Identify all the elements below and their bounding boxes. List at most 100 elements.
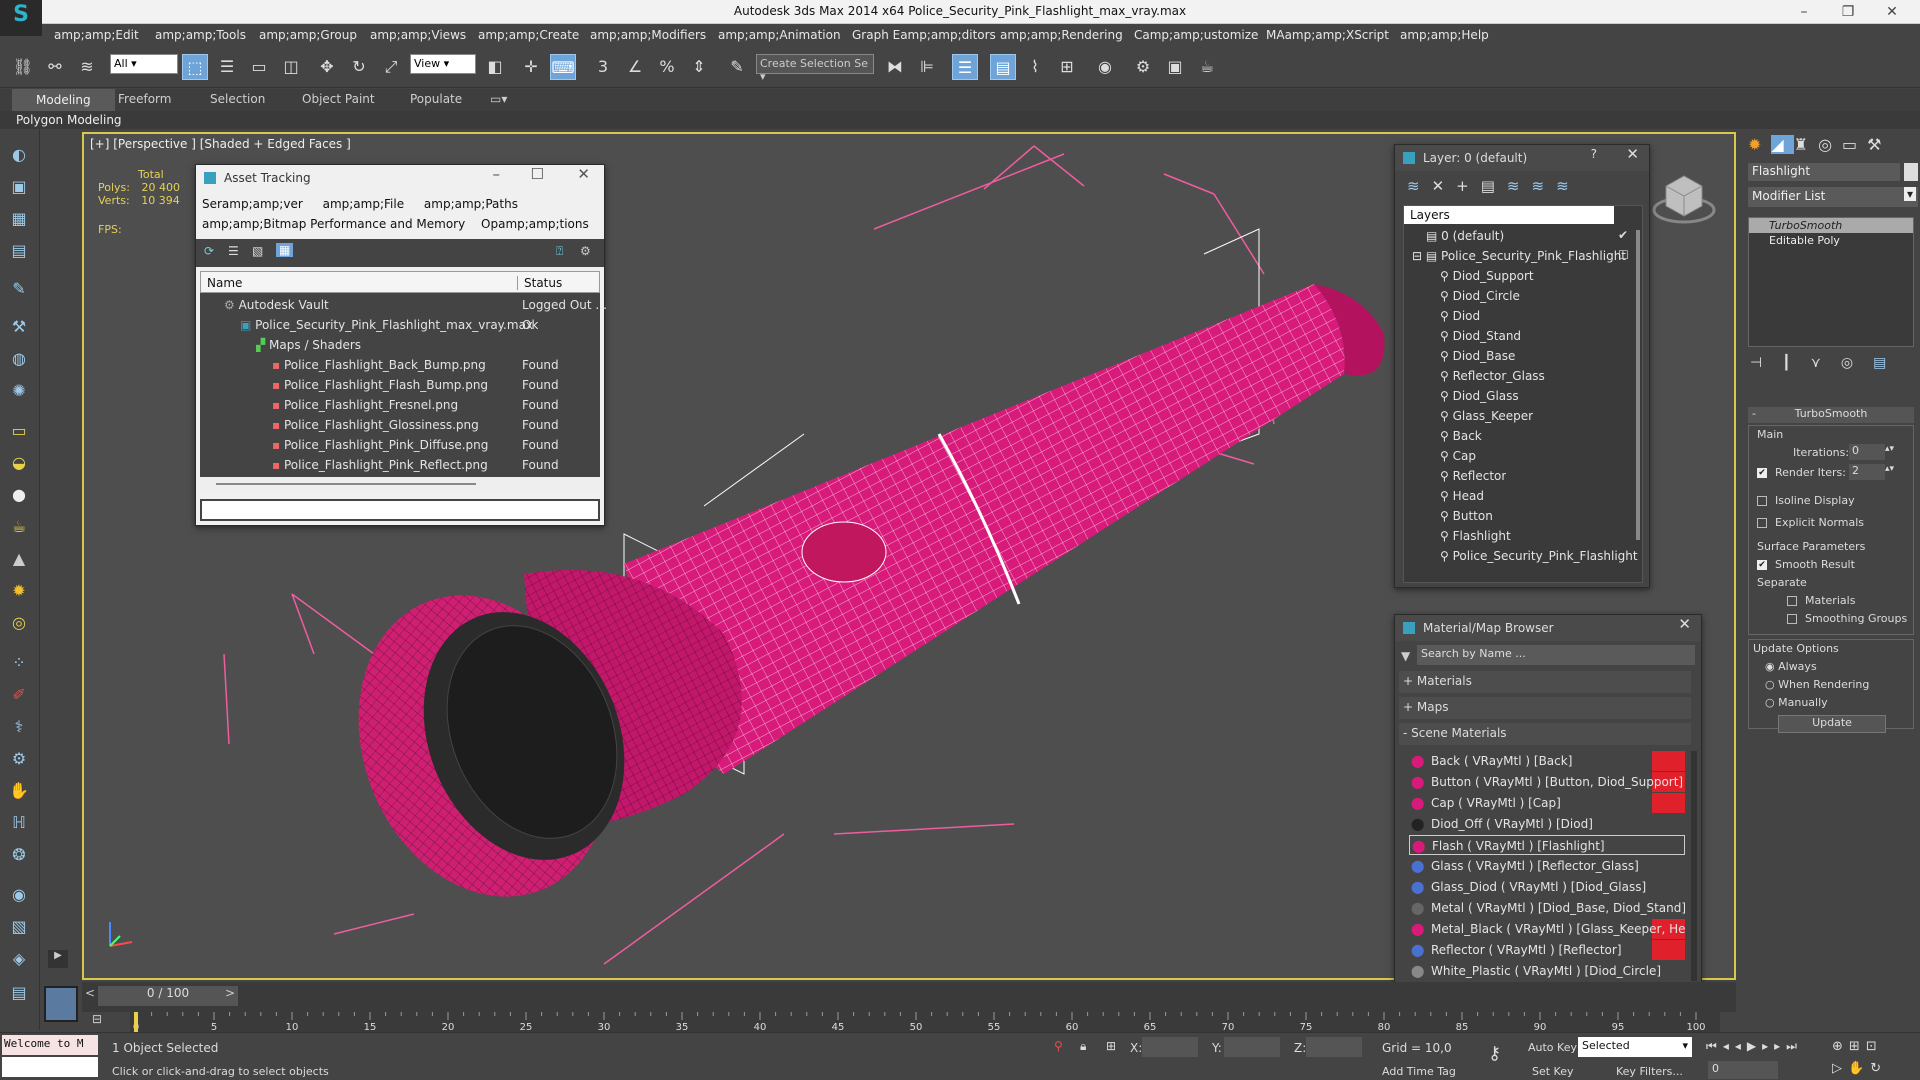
list-item[interactable]: ⬤ Glass ( VRayMtl ) [Reflector_Glass] [1409, 856, 1685, 876]
auto-key-button[interactable]: Auto Key [1528, 1041, 1577, 1054]
percent-snap-icon[interactable]: % [654, 54, 680, 80]
iterations-spinner[interactable]: ▴▾ [1885, 444, 1894, 454]
close-icon[interactable]: ✕ [1872, 2, 1912, 22]
materials-checkbox[interactable] [1787, 596, 1797, 606]
time-cursor[interactable] [134, 1012, 138, 1032]
menu-customize[interactable]: Camp;amp;ustomize [1134, 28, 1258, 42]
help-icon[interactable]: ⍰ [556, 244, 563, 259]
layer-item[interactable]: ⚲ Cap [1440, 446, 1476, 466]
hair-icon[interactable]: ℍ [7, 811, 31, 835]
at-menu-file[interactable]: amp;amp;File [323, 197, 405, 211]
list-item[interactable]: ⬤ Metal ( VRayMtl ) [Diod_Base, Diod_Stan… [1409, 898, 1685, 918]
refresh-icon[interactable]: ⟳ [204, 244, 214, 258]
tab-modeling[interactable]: Modeling [12, 89, 115, 111]
render-iters-input[interactable]: 2 [1849, 464, 1885, 480]
material-search-input[interactable]: Search by Name ... [1417, 645, 1695, 665]
material-browser-titlebar[interactable]: Material/Map Browser [1395, 615, 1701, 641]
tab-object-paint[interactable]: Object Paint [302, 92, 375, 106]
teapot-icon[interactable]: ☕ [7, 515, 31, 539]
explicit-normals-checkbox[interactable] [1757, 518, 1767, 528]
list-item[interactable]: ⬤ White_Plastic ( VRayMtl ) [Diod_Circle] [1409, 961, 1685, 981]
smoothing-groups-checkbox[interactable] [1787, 614, 1797, 624]
dome-icon[interactable]: ◒ [7, 451, 31, 475]
detail-view-icon[interactable]: ▧ [252, 244, 263, 258]
align-icon[interactable]: ⊫ [914, 54, 940, 80]
object-name-field[interactable]: Flashlight [1748, 163, 1900, 181]
menu-maxscript[interactable]: MAamp;amp;XScript [1266, 28, 1389, 42]
scene-materials-group[interactable]: - Scene Materials [1399, 723, 1691, 745]
zoom-icon[interactable]: ⊕ [1832, 1039, 1849, 1054]
delete-layer-icon[interactable]: ✕ [1432, 177, 1457, 195]
close-icon[interactable]: ✕ [577, 165, 590, 183]
manipulate-icon[interactable]: ✛ [518, 54, 544, 80]
tab-populate[interactable]: Populate [410, 92, 462, 106]
menu-help[interactable]: amp;amp;Help [1400, 28, 1489, 42]
particle-icon[interactable]: ✺ [7, 379, 31, 403]
layer-item[interactable]: ⚲ Diod_Base [1440, 346, 1515, 366]
menu-create[interactable]: amp;amp;Create [478, 28, 579, 42]
list-item[interactable]: ⬤ Back ( VRayMtl ) [Back] [1409, 751, 1685, 771]
mini-listener-toggle[interactable] [44, 986, 78, 1022]
list-item[interactable]: ⬤ Diod_Off ( VRayMtl ) [Diod] [1409, 814, 1685, 834]
rect-selection-icon[interactable]: ▭ [246, 54, 272, 80]
minimize-icon[interactable]: – [493, 165, 501, 183]
new-layer-icon[interactable]: ≋ [1407, 177, 1432, 195]
table-row[interactable]: ▪ Police_Flashlight_Pink_Reflect.png [272, 455, 488, 475]
restore-icon[interactable]: ❐ [1828, 2, 1868, 22]
menu-tools[interactable]: amp;amp;Tools [155, 28, 246, 42]
next-frame-icon[interactable]: > [222, 986, 238, 1006]
unlink-icon[interactable]: ⚯ [42, 54, 68, 80]
stack-item-turbosmooth[interactable]: TurboSmooth [1749, 218, 1913, 233]
key-filters-button[interactable]: Key Filters... [1616, 1065, 1683, 1078]
list-item[interactable]: ⬤ Button ( VRayMtl ) [Button, Diod_Suppor… [1409, 772, 1685, 792]
script-icon[interactable]: ▧ [7, 915, 31, 939]
horizontal-scrollbar[interactable] [200, 477, 600, 491]
brush-icon[interactable]: ✎ [7, 277, 31, 301]
layer-item[interactable]: ⊟ ▤ Police_Security_Pink_Flashlight [1412, 246, 1626, 266]
settings-icon[interactable]: ⚙ [580, 244, 591, 258]
ribbon-options-icon[interactable]: ▭▾ [490, 92, 507, 106]
list-item[interactable]: ⬤ Reflector ( VRayMtl ) [Reflector] [1409, 940, 1685, 960]
render-teapot-icon[interactable]: ☕ [1194, 54, 1220, 80]
prev-frame-icon[interactable]: < [82, 986, 98, 1006]
table-row[interactable]: ▞ Maps / Shaders [256, 335, 361, 355]
modifier-list-dropdown[interactable]: Modifier List ▾ [1748, 187, 1918, 207]
angle-snap-icon[interactable]: ∠ [622, 54, 648, 80]
isolate-icon[interactable]: ⚲ [1054, 1039, 1063, 1053]
when-rendering-radio[interactable]: ○ When Rendering [1765, 678, 1869, 691]
expand-arrow-icon[interactable]: ▶ [48, 950, 68, 968]
keyboard-shortcut-icon[interactable]: ⌨ [550, 54, 576, 80]
iterations-input[interactable]: 0 [1849, 444, 1885, 460]
key-icon[interactable]: ⚷ [1488, 1043, 1501, 1064]
cone-icon[interactable]: ▲ [7, 547, 31, 571]
layer-item[interactable]: ⚲ Diod_Stand [1440, 326, 1521, 346]
menu-group[interactable]: amp;amp;Group [259, 28, 357, 42]
render-iters-checkbox[interactable]: ✔ [1757, 468, 1767, 478]
rendered-frame-icon[interactable]: ▣ [1162, 54, 1188, 80]
utilities-tab-icon[interactable]: ⚒ [1867, 135, 1891, 154]
tool-icon[interactable]: ⚒ [7, 315, 31, 339]
material-scrollbar[interactable] [1691, 751, 1697, 981]
menu-rendering[interactable]: amp;amp;Rendering [1000, 28, 1123, 42]
stack-item-editable-poly[interactable]: Editable Poly [1749, 233, 1913, 248]
prev-key-icon[interactable]: ◂◂ [1723, 1039, 1747, 1053]
list-item[interactable]: ⬤ Glass_Diod ( VRayMtl ) [Diod_Glass] [1409, 877, 1685, 897]
close-icon[interactable]: ✕ [1626, 145, 1639, 163]
layer-item[interactable]: ⚲ Head [1440, 486, 1484, 506]
list-view-icon[interactable]: ☰ [228, 244, 239, 258]
maps-group[interactable]: + Maps [1399, 697, 1691, 719]
scale-icon[interactable]: ⤢ [378, 54, 404, 80]
select-by-name-icon[interactable]: ☰ [214, 54, 240, 80]
bind-space-warp-icon[interactable]: ≋ [74, 54, 100, 80]
time-slider[interactable]: < 0 / 100 > [82, 982, 1736, 1012]
filter-icon[interactable]: ▼ [1401, 649, 1410, 663]
add-to-layer-icon[interactable]: + [1456, 177, 1481, 195]
at-menu-paths[interactable]: amp;amp;Paths [424, 197, 518, 211]
render-setup-icon[interactable]: ⚙ [1130, 54, 1156, 80]
gear-icon[interactable]: ⚙ [7, 747, 31, 771]
maxscript-input[interactable] [2, 1057, 98, 1077]
snaps-toggle-icon[interactable]: 3 [590, 54, 616, 80]
viewcube-icon[interactable] [1652, 164, 1716, 228]
layer-item[interactable]: ⚲ Flashlight [1440, 526, 1511, 546]
freeze-all-icon[interactable]: ≋ [1556, 177, 1581, 195]
